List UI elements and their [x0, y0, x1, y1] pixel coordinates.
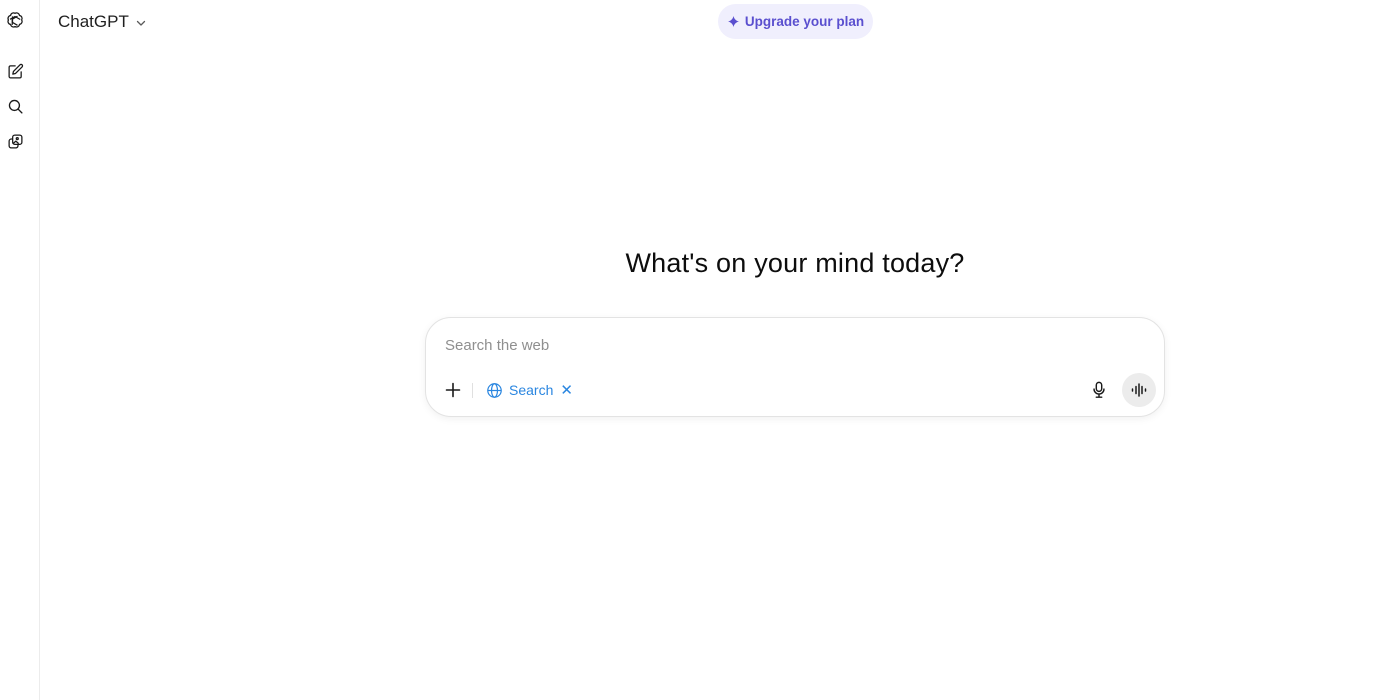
- library-icon[interactable]: [3, 129, 27, 153]
- model-switcher[interactable]: ChatGPT: [58, 10, 147, 34]
- upgrade-plan-label: Upgrade your plan: [744, 14, 865, 29]
- model-name: ChatGPT: [58, 12, 129, 31]
- search-chats-icon[interactable]: [3, 94, 27, 118]
- dictate-button[interactable]: [1087, 378, 1111, 402]
- upgrade-plan-button[interactable]: Upgrade your plan: [718, 4, 873, 39]
- sidebar-rail: [0, 0, 40, 700]
- search-tool-chip[interactable]: Search ✕: [486, 379, 573, 401]
- microphone-icon: [1093, 381, 1105, 398]
- plus-icon: [445, 382, 461, 398]
- page-title: What's on your mind today?: [625, 248, 965, 278]
- new-chat-icon[interactable]: [3, 59, 27, 83]
- toolbar-divider: [472, 383, 473, 398]
- chatgpt-app: ChatGPT Upgrade your plan What's on your…: [0, 0, 1400, 700]
- globe-icon: [486, 382, 503, 399]
- chevron-down-icon: [135, 17, 147, 29]
- prompt-input[interactable]: [445, 334, 1135, 356]
- voice-mode-button[interactable]: [1122, 373, 1156, 407]
- close-icon[interactable]: ✕: [560, 381, 573, 399]
- voice-waveform-icon: [1131, 383, 1147, 397]
- attach-button[interactable]: [442, 379, 464, 401]
- openai-logo-icon[interactable]: [3, 9, 27, 33]
- prompt-composer: Search ✕: [425, 317, 1165, 417]
- search-chip-label: Search: [509, 382, 554, 398]
- sparkle-icon: [727, 15, 740, 28]
